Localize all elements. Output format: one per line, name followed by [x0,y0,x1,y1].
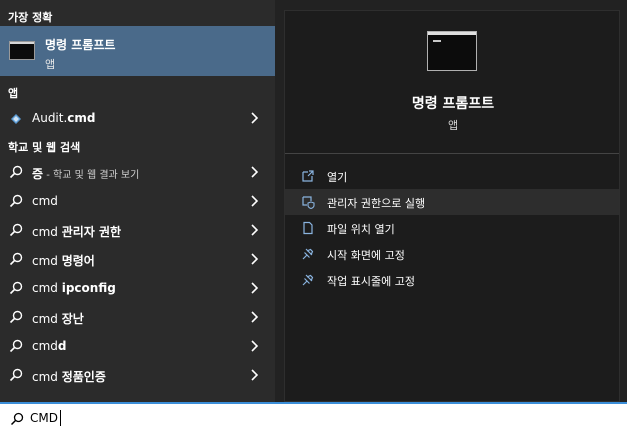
best-match-subtitle: 앱 [45,58,56,71]
command-prompt-icon [427,31,477,71]
web-result-label: cmd 명령어 [32,254,95,268]
chevron-right-icon[interactable] [247,164,261,180]
chevron-right-icon[interactable] [247,251,261,267]
action-open-file-location[interactable]: 파일 위치 열기 [285,215,619,241]
search-bar[interactable]: CMD [0,402,627,433]
action-pin-to-start[interactable]: 시작 화면에 고정 [285,241,619,267]
command-prompt-icon [9,41,35,60]
search-icon [9,281,23,295]
web-result-label: cmd [32,194,58,208]
best-match-header: 가장 정확 [8,11,53,24]
text-caret [60,410,61,426]
web-search-header: 학교 및 웹 검색 [8,141,81,154]
search-icon [9,252,23,266]
search-icon [9,223,23,237]
chevron-right-icon[interactable] [247,193,261,209]
chevron-right-icon[interactable] [247,222,261,238]
pin-icon [302,274,314,286]
chevron-right-icon[interactable] [247,309,261,325]
script-file-icon [11,114,21,124]
action-label: 관리자 권한으로 실행 [327,197,426,210]
file-location-icon [303,221,313,235]
search-icon [9,310,23,324]
open-icon [302,170,314,182]
search-icon [9,368,23,382]
best-match-item[interactable]: 명령 프롬프트 앱 [0,26,275,76]
web-result-2[interactable]: cmd 관리자 권한 [0,216,275,244]
web-result-4[interactable]: cmd ipconfig [0,274,275,302]
details-pane: 명령 프롬프트 앱 열기 관리자 권한으로 실행 파일 위치 열기 시작 화면에… [284,10,620,402]
search-icon [10,412,24,426]
action-label: 시작 화면에 고정 [327,249,405,262]
web-result-label: cmd 장난 [32,312,84,326]
details-title: 명령 프롬프트 [411,96,495,112]
results-pane: 가장 정확 명령 프롬프트 앱 앱 Audit.cmd 학교 및 웹 검색 증 … [0,0,275,402]
web-result-3[interactable]: cmd 명령어 [0,245,275,273]
action-pin-to-taskbar[interactable]: 작업 표시줄에 고정 [285,267,619,293]
web-result-label: cmd 정품인증 [32,370,106,384]
chevron-right-icon[interactable] [247,110,261,126]
action-label: 파일 위치 열기 [327,223,395,236]
web-result-7[interactable]: cmd 정품인증 [0,361,275,389]
web-result-label: cmdd [32,339,67,353]
web-result-0[interactable]: 증 - 학교 및 웹 결과 보기 [0,158,275,186]
web-result-1[interactable]: cmd [0,187,275,215]
chevron-right-icon[interactable] [247,280,261,296]
best-match-title: 명령 프롬프트 [45,38,116,52]
shield-icon [302,196,315,209]
web-result-label: cmd 관리자 권한 [32,225,122,239]
pin-icon [302,248,314,260]
action-open[interactable]: 열기 [285,163,619,189]
web-result-label: cmd ipconfig [32,281,116,295]
web-result-5[interactable]: cmd 장난 [0,303,275,331]
app-result-audit-cmd[interactable]: Audit.cmd [0,104,275,132]
action-label: 열기 [327,171,348,184]
action-label: 작업 표시줄에 고정 [327,275,415,288]
search-icon [9,339,23,353]
divider [285,153,619,154]
details-subtitle: 앱 [447,119,459,132]
search-input[interactable]: CMD [30,411,58,425]
web-result-6[interactable]: cmdd [0,332,275,360]
app-result-label: Audit.cmd [32,111,96,125]
search-icon [9,194,23,208]
chevron-right-icon[interactable] [247,367,261,383]
chevron-right-icon[interactable] [247,338,261,354]
search-icon [9,165,23,179]
apps-header: 앱 [8,87,19,100]
web-result-label: 증 - 학교 및 웹 결과 보기 [32,167,140,181]
action-run-as-admin[interactable]: 관리자 권한으로 실행 [285,189,619,215]
